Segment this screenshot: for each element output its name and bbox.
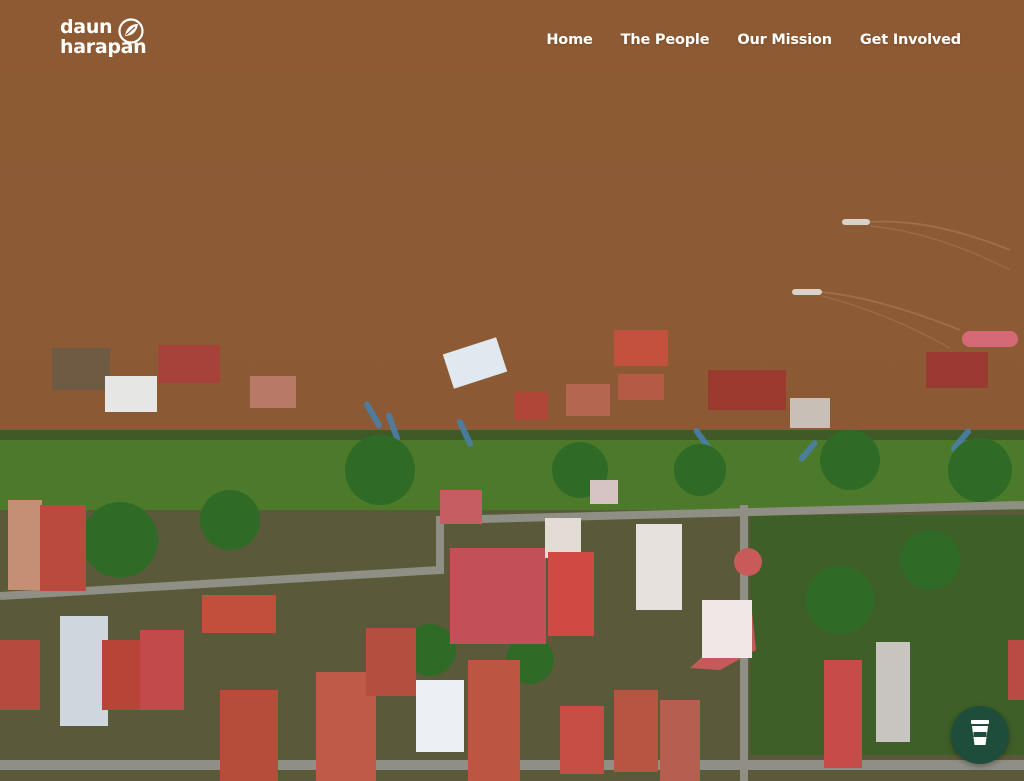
brand-logo[interactable]: daun harapan	[60, 17, 147, 57]
hero-aerial-image	[0, 0, 1024, 781]
nav-our-mission[interactable]: Our Mission	[737, 30, 832, 50]
nav-get-involved[interactable]: Get Involved	[860, 30, 961, 50]
leaf-circle-icon	[117, 17, 145, 49]
coffee-support-button[interactable]	[951, 706, 1009, 764]
nav-the-people[interactable]: The People	[621, 30, 710, 50]
coffee-cup-icon	[968, 718, 992, 752]
main-navigation: Home The People Our Mission Get Involved	[546, 30, 961, 50]
nav-home[interactable]: Home	[546, 30, 592, 50]
aerial-village-illustration	[0, 0, 1024, 781]
